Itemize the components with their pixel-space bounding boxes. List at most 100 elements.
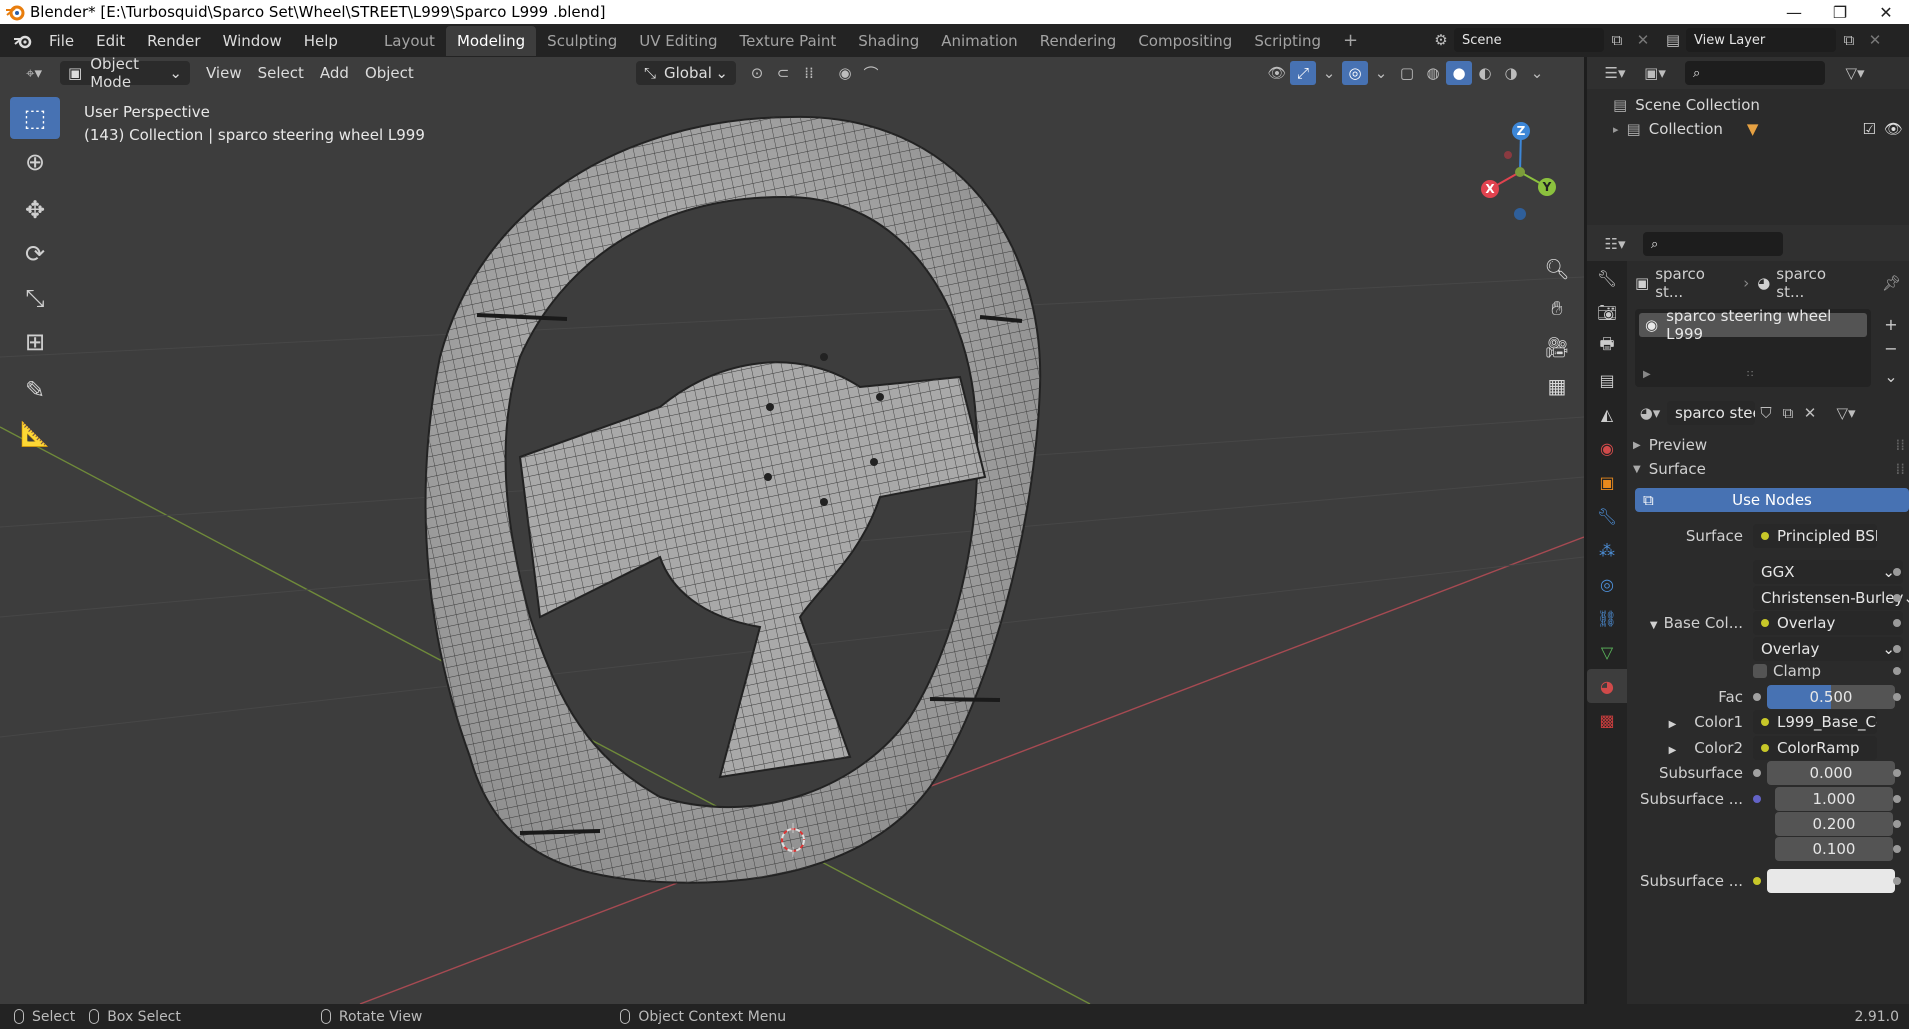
outliner-collection[interactable]: ▸ ▤ Collection ▼ ☑ 👁: [1587, 117, 1909, 141]
duplicate-material-icon[interactable]: ⧉: [1777, 401, 1799, 425]
subsurface-radius-y-field[interactable]: 0.200: [1775, 812, 1893, 836]
select-box-tool-icon[interactable]: ⬚: [10, 97, 60, 139]
tab-scripting[interactable]: Scripting: [1243, 26, 1332, 56]
add-workspace-button[interactable]: +: [1332, 24, 1369, 57]
menu-window[interactable]: Window: [212, 32, 293, 50]
view-layer-browse-icon[interactable]: ▤: [1660, 28, 1686, 52]
menu-edit[interactable]: Edit: [85, 32, 136, 50]
editor-type-icon[interactable]: ⌖▾: [14, 61, 54, 85]
subsurface-radius-z-field[interactable]: 0.100: [1775, 837, 1893, 861]
delete-view-layer-icon[interactable]: ✕: [1862, 28, 1888, 52]
orientation-dropdown[interactable]: ⤡ Global ⌄: [636, 61, 736, 85]
browse-material-icon[interactable]: ◕▾: [1633, 401, 1667, 425]
unlink-material-icon[interactable]: ✕: [1799, 401, 1821, 425]
exclude-checkbox-icon[interactable]: ☑: [1863, 120, 1876, 138]
shading-dropdown-icon[interactable]: ⌄: [1524, 61, 1550, 85]
color2-label[interactable]: ▶ Color2: [1627, 739, 1753, 757]
tab-compositing[interactable]: Compositing: [1127, 26, 1243, 56]
display-mode-icon[interactable]: ▣▾: [1635, 61, 1675, 85]
move-tool-icon[interactable]: ✥: [10, 189, 60, 231]
object-tab-icon[interactable]: ▣: [1587, 465, 1627, 499]
tab-shading[interactable]: Shading: [847, 26, 930, 56]
subsurface-color-swatch[interactable]: [1767, 869, 1895, 893]
new-view-layer-icon[interactable]: ⧉: [1836, 28, 1862, 52]
tab-sculpting[interactable]: Sculpting: [536, 26, 628, 56]
slot-specials-icon[interactable]: ⌄: [1879, 365, 1903, 389]
material-slot-row[interactable]: ◉ sparco steering wheel L999: [1639, 307, 1867, 343]
material-filter-icon[interactable]: ▽▾: [1829, 401, 1863, 425]
tool-tab-icon[interactable]: 🔧︎: [1587, 261, 1627, 295]
mode-dropdown[interactable]: ▣ Object Mode ⌄: [60, 57, 190, 91]
expand-arrow-icon[interactable]: ▸: [1613, 123, 1619, 136]
outliner-editor-type-icon[interactable]: ☰▾: [1595, 61, 1635, 85]
3d-viewport[interactable]: ⌖▾ ▣ Object Mode ⌄ View Select Add Objec…: [0, 57, 1584, 1004]
menu-add[interactable]: Add: [312, 61, 357, 85]
close-button[interactable]: ✕: [1863, 3, 1909, 22]
eye-icon[interactable]: 👁: [1884, 120, 1903, 138]
material-shading-icon[interactable]: ◐: [1472, 61, 1498, 85]
snap-toggle-icon[interactable]: ⊂: [770, 61, 796, 85]
physics-tab-icon[interactable]: ◎: [1587, 567, 1627, 601]
base-color-label[interactable]: ▼ Base Col...: [1627, 614, 1753, 632]
view-layer-name-field[interactable]: View Layer: [1686, 28, 1836, 52]
scene-tab-icon[interactable]: ◭: [1587, 397, 1627, 431]
output-tab-icon[interactable]: 🖶: [1587, 329, 1627, 363]
material-name-field[interactable]: sparco steeri...: [1667, 401, 1755, 425]
surface-panel-header[interactable]: ▼ Surface ⁞⁞: [1627, 457, 1909, 481]
measure-tool-icon[interactable]: 📐: [10, 413, 60, 455]
filter-icon[interactable]: ▽▾: [1835, 61, 1875, 85]
blender-menu-icon[interactable]: [8, 29, 38, 53]
wireframe-shading-icon[interactable]: ◍: [1420, 61, 1446, 85]
fac-slider[interactable]: 0.500: [1767, 685, 1895, 709]
subsurface-radius-x-field[interactable]: 1.000: [1775, 787, 1893, 811]
surface-shader-field[interactable]: Principled BSDF: [1753, 524, 1877, 548]
preview-panel-header[interactable]: ▶ Preview ⁞⁞: [1627, 433, 1909, 457]
outliner-search-input[interactable]: ⌕: [1685, 61, 1825, 85]
navigation-gizmo[interactable]: Z X Y: [1460, 97, 1580, 237]
perspective-toggle-icon[interactable]: ▦: [1540, 369, 1574, 403]
gizmo-dropdown-icon[interactable]: ⌄: [1316, 61, 1342, 85]
menu-view[interactable]: View: [198, 61, 250, 85]
overlay-dropdown-icon[interactable]: ⌄: [1368, 61, 1394, 85]
menu-file[interactable]: File: [38, 32, 85, 50]
color1-input-field[interactable]: L999_Base_Color....: [1753, 710, 1877, 734]
proportional-edit-icon[interactable]: ◉: [832, 61, 858, 85]
falloff-icon[interactable]: ⌒: [858, 61, 884, 85]
subsurface-value-field[interactable]: 0.000: [1767, 761, 1895, 785]
world-tab-icon[interactable]: ◉: [1587, 431, 1627, 465]
menu-help[interactable]: Help: [293, 32, 349, 50]
drag-handle-icon[interactable]: ⁞⁞: [1895, 460, 1905, 478]
constraints-tab-icon[interactable]: ⛓︎: [1587, 601, 1627, 635]
pivot-point-icon[interactable]: ⊙: [744, 61, 770, 85]
camera-view-icon[interactable]: 🎥︎: [1540, 330, 1574, 364]
scene-browse-icon[interactable]: ⚙: [1428, 28, 1454, 52]
tab-rendering[interactable]: Rendering: [1029, 26, 1128, 56]
delete-scene-icon[interactable]: ✕: [1630, 28, 1656, 52]
properties-editor-type-icon[interactable]: ☷▾: [1595, 232, 1635, 256]
overlay-toggle-icon[interactable]: ◎: [1342, 61, 1368, 85]
xray-icon[interactable]: ▢: [1394, 61, 1420, 85]
pin-icon[interactable]: 📌︎: [1882, 274, 1901, 292]
tab-layout[interactable]: Layout: [373, 26, 446, 56]
subsurface-method-dropdown[interactable]: Christensen-Burley⌄: [1753, 586, 1909, 610]
data-tab-icon[interactable]: ▽: [1587, 635, 1627, 669]
solid-shading-icon[interactable]: ●: [1446, 61, 1472, 85]
base-color-input-field[interactable]: Overlay: [1753, 611, 1903, 635]
color2-input-field[interactable]: ColorRamp: [1753, 736, 1877, 760]
list-resize-handle-icon[interactable]: ∷: [1747, 369, 1753, 380]
minimize-button[interactable]: —: [1771, 3, 1817, 22]
rendered-shading-icon[interactable]: ◑: [1498, 61, 1524, 85]
use-nodes-button[interactable]: ⧉ Use Nodes: [1635, 488, 1909, 512]
texture-tab-icon[interactable]: ▩: [1587, 703, 1627, 737]
drag-handle-icon[interactable]: ⁞⁞: [1895, 436, 1905, 454]
tab-uv-editing[interactable]: UV Editing: [628, 26, 728, 56]
cursor-tool-icon[interactable]: ⊕: [10, 141, 60, 183]
transform-tool-icon[interactable]: ⊞: [10, 321, 60, 363]
scale-tool-icon[interactable]: ⤡: [10, 277, 60, 319]
material-tab-icon[interactable]: ◕: [1587, 669, 1627, 703]
clamp-checkbox[interactable]: [1753, 664, 1767, 678]
list-expand-icon[interactable]: ▶: [1643, 369, 1651, 380]
annotate-tool-icon[interactable]: ✎: [10, 369, 60, 411]
tab-modeling[interactable]: Modeling: [445, 25, 537, 56]
particles-tab-icon[interactable]: ⁂: [1587, 533, 1627, 567]
